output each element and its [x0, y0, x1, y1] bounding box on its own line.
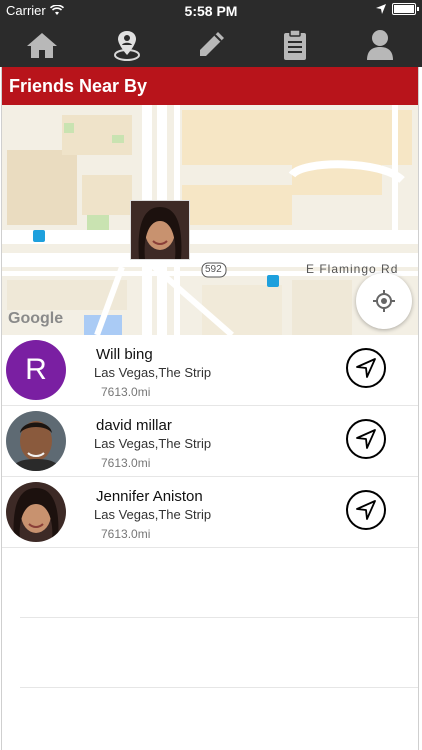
clipboard-icon — [284, 28, 307, 60]
tab-bar — [0, 22, 422, 67]
avatar — [6, 482, 66, 542]
friend-distance: 7613.0mi — [101, 527, 151, 541]
battery-icon — [392, 3, 419, 15]
navigation-arrow-icon — [356, 358, 376, 378]
friend-name: Jennifer Aniston — [96, 488, 203, 505]
navigation-arrow-icon — [356, 500, 376, 520]
map-pin-icon — [113, 30, 140, 61]
profile-icon — [366, 29, 393, 60]
home-icon — [27, 32, 58, 58]
friend-location: Las Vegas,The Strip — [94, 507, 212, 522]
friend-location: Las Vegas,The Strip — [94, 436, 212, 451]
navigate-button[interactable] — [346, 348, 386, 388]
friend-map-marker[interactable] — [130, 200, 190, 260]
status-right — [376, 3, 419, 15]
status-time: 5:58 PM — [184, 3, 238, 19]
divider — [20, 687, 418, 688]
tab-map[interactable] — [84, 22, 168, 67]
divider — [20, 617, 418, 618]
crosshair-icon — [373, 290, 395, 312]
list-item[interactable]: david millar Las Vegas,The Strip 7613.0m… — [2, 406, 418, 477]
friend-distance: 7613.0mi — [101, 456, 151, 470]
my-location-button[interactable] — [356, 273, 412, 329]
friends-list: R Will bing Las Vegas,The Strip 7613.0mi… — [2, 335, 418, 548]
avatar-photo-icon — [6, 411, 66, 471]
avatar — [6, 411, 66, 471]
list-item[interactable]: Jennifer Aniston Las Vegas,The Strip 761… — [2, 477, 418, 548]
top-bar: Carrier 5:58 PM — [0, 0, 422, 67]
friend-distance: 7613.0mi — [101, 385, 151, 399]
avatar-photo-icon — [131, 201, 189, 259]
tab-edit[interactable] — [169, 22, 253, 67]
location-arrow-icon — [376, 4, 386, 14]
friend-name: david millar — [96, 417, 172, 434]
route-badge: 592 — [205, 264, 222, 275]
pencil-icon — [200, 31, 225, 56]
tab-home[interactable] — [0, 22, 84, 67]
friend-location: Las Vegas,The Strip — [94, 365, 212, 380]
navigation-arrow-icon — [356, 429, 376, 449]
tab-profile[interactable] — [338, 22, 422, 67]
avatar-photo-icon — [6, 482, 66, 542]
google-logo: Google — [8, 310, 64, 327]
page-header: Friends Near By — [2, 67, 418, 105]
navigate-button[interactable] — [346, 419, 386, 459]
list-item[interactable]: R Will bing Las Vegas,The Strip 7613.0mi — [2, 335, 418, 406]
navigate-button[interactable] — [346, 490, 386, 530]
friend-name: Will bing — [96, 346, 153, 363]
avatar: R — [6, 340, 66, 400]
page-title: Friends Near By — [9, 76, 148, 96]
status-bar: Carrier 5:58 PM — [0, 0, 422, 22]
right-border — [418, 67, 419, 750]
tab-notes[interactable] — [253, 22, 337, 67]
